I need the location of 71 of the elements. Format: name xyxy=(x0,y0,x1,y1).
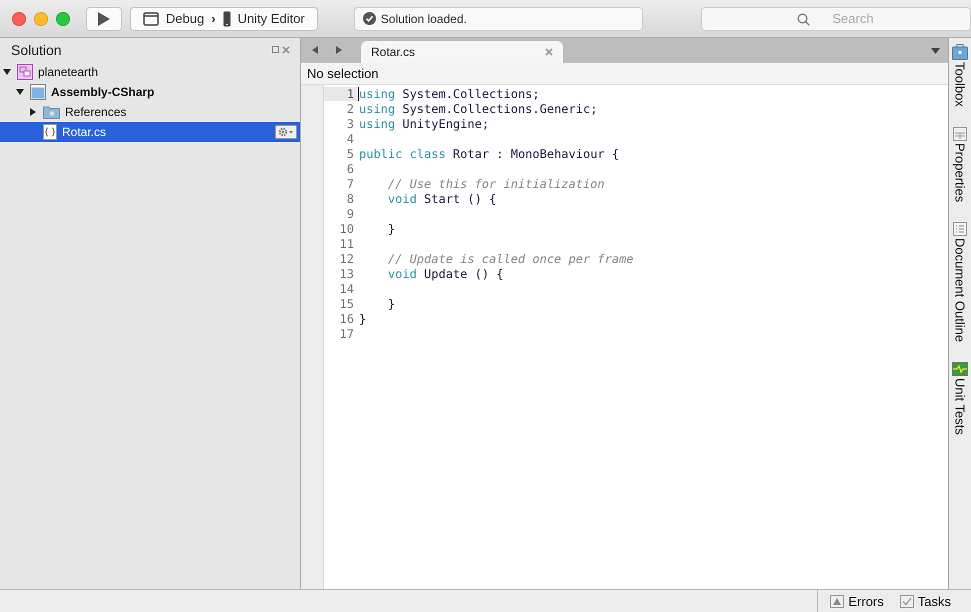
solution-icon xyxy=(17,64,33,80)
folder-icon xyxy=(43,105,60,119)
code-line: public class Rotar : MonoBehaviour { xyxy=(358,146,620,160)
collapsed-arrow-icon[interactable] xyxy=(28,107,38,117)
project-icon xyxy=(30,84,46,100)
line-number: 6 xyxy=(346,162,355,176)
line-number: 7 xyxy=(346,176,355,190)
forward-arrow-icon[interactable] xyxy=(335,45,343,55)
code-line: // Use this for initialization xyxy=(386,176,605,190)
breadcrumb-text: No selection xyxy=(307,66,379,81)
configuration-selector[interactable]: Debug › Unity Editor xyxy=(130,6,318,30)
line-number: 3 xyxy=(346,116,355,130)
code-line: } xyxy=(358,312,366,326)
line-number: 10 xyxy=(338,222,355,236)
search-icon xyxy=(797,12,810,26)
check-icon xyxy=(362,12,376,25)
line-number: 15 xyxy=(338,296,355,310)
line-number: 4 xyxy=(346,132,355,146)
side-pad-tab[interactable]: Unit Tests xyxy=(952,362,968,435)
back-arrow-icon[interactable] xyxy=(311,45,319,55)
code-line: using System.Collections.Generic; xyxy=(358,102,598,116)
zoom-window-button[interactable] xyxy=(56,12,70,26)
status-display: Solution loaded. xyxy=(354,6,643,30)
editor-tab[interactable]: Rotar.cs xyxy=(361,41,563,63)
side-pad-tab[interactable]: Document Outline xyxy=(952,222,968,342)
panel-controls-icon[interactable] xyxy=(272,46,290,54)
line-number: 14 xyxy=(338,282,355,296)
code-line: } xyxy=(386,222,396,236)
search-field[interactable]: Search xyxy=(701,6,971,30)
status-bar-button[interactable]: Errors xyxy=(830,594,884,608)
line-number: 9 xyxy=(346,206,355,220)
warning-icon xyxy=(830,594,844,608)
close-icon[interactable] xyxy=(545,48,553,56)
code-line: using UnityEngine; xyxy=(358,116,490,130)
line-number: 17 xyxy=(338,326,355,340)
line-number: 2 xyxy=(346,102,355,116)
line-number: 8 xyxy=(346,192,355,206)
side-pad-tab[interactable]: Toolbox xyxy=(952,44,968,107)
code-file-icon xyxy=(43,124,57,140)
phone-icon xyxy=(222,10,231,26)
line-number: 16 xyxy=(338,312,355,326)
line-number: 11 xyxy=(338,236,355,250)
code-line: } xyxy=(386,296,396,310)
options-button[interactable] xyxy=(275,125,297,139)
code-line: using System.Collections; xyxy=(358,86,540,100)
tree-item[interactable]: Rotar.cs xyxy=(0,122,300,142)
run-button[interactable] xyxy=(86,6,122,30)
expanded-arrow-icon[interactable] xyxy=(2,67,12,77)
code-line: // Update is called once per frame xyxy=(386,252,634,266)
line-number: 5 xyxy=(346,146,355,160)
status-bar-button[interactable]: Tasks xyxy=(900,594,951,608)
side-pad-tab[interactable]: Properties xyxy=(952,126,968,202)
code-line: void Start () { xyxy=(386,192,496,206)
window-icon xyxy=(142,12,159,26)
play-icon xyxy=(96,10,111,26)
panel-title: Solution xyxy=(11,42,62,58)
chart-icon xyxy=(952,362,968,376)
line-number: 12 xyxy=(338,252,355,266)
tree-item[interactable]: References xyxy=(0,102,300,122)
line-number: 13 xyxy=(338,266,355,280)
tree-item[interactable]: Assembly-CSharp xyxy=(0,82,300,102)
dropdown-arrow-icon[interactable] xyxy=(931,48,940,54)
code-line: void Update () { xyxy=(386,266,504,280)
tree-item[interactable]: planetearth xyxy=(0,62,300,82)
list-icon xyxy=(953,222,967,236)
line-number: 1 xyxy=(324,86,358,100)
close-window-button[interactable] xyxy=(12,12,26,26)
expanded-arrow-icon[interactable] xyxy=(15,87,25,97)
properties-icon xyxy=(953,126,967,141)
checkbox-icon xyxy=(900,594,914,608)
toolbox-icon xyxy=(952,44,968,60)
